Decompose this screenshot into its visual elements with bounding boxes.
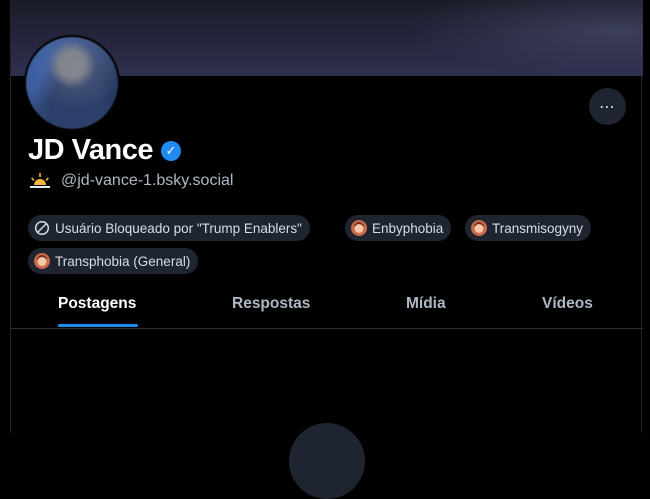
profile-avatar[interactable]: [24, 35, 120, 131]
sunrise-icon: [30, 173, 50, 188]
profile-screen: ⋯ JD Vance ✓ @jd-vance-1.bsky.social Usu…: [10, 0, 643, 499]
labeler-avatar-icon: [351, 220, 367, 236]
tab-postagens[interactable]: Postagens: [58, 295, 136, 313]
label-text: Transphobia (General): [55, 253, 191, 269]
content-placeholder-avatar: [289, 423, 365, 499]
tab-midia[interactable]: Mídia: [406, 295, 446, 313]
label-blocked-by-list[interactable]: Usuário Bloqueado por "Trump Enablers": [28, 215, 310, 241]
tab-videos[interactable]: Vídeos: [542, 295, 593, 313]
label-enbyphobia[interactable]: Enbyphobia: [345, 215, 452, 241]
blocked-icon: [34, 220, 50, 236]
label-text: Enbyphobia: [372, 220, 444, 236]
label-transphobia-general[interactable]: Transphobia (General): [28, 248, 199, 274]
more-horizontal-icon: ⋯: [599, 98, 616, 116]
profile-handle[interactable]: @jd-vance-1.bsky.social: [61, 172, 233, 190]
labeler-avatar-icon: [471, 220, 487, 236]
profile-tabs: Postagens Respostas Mídia Vídeos: [11, 282, 643, 329]
label-text: Transmisogyny: [492, 220, 584, 236]
more-options-button[interactable]: ⋯: [589, 88, 626, 125]
avatar-blur-overlay: [26, 37, 118, 129]
active-tab-indicator: [58, 324, 138, 327]
label-text: Usuário Bloqueado por "Trump Enablers": [55, 220, 302, 236]
label-transmisogyny[interactable]: Transmisogyny: [465, 215, 592, 241]
tab-respostas[interactable]: Respostas: [232, 295, 310, 313]
labeler-avatar-icon: [34, 253, 50, 269]
display-name: JD Vance: [28, 134, 153, 166]
name-row: JD Vance ✓: [28, 134, 181, 167]
handle-row: @jd-vance-1.bsky.social: [29, 172, 233, 190]
verified-check-icon[interactable]: ✓: [160, 140, 181, 161]
